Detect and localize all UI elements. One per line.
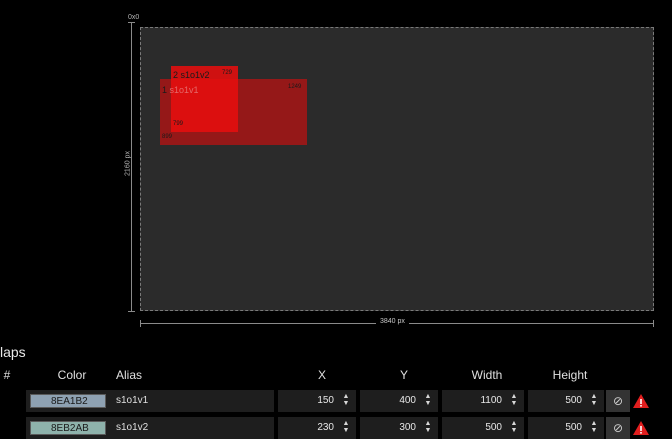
- column-y: Y: [399, 368, 408, 382]
- column-height: Height: [552, 368, 588, 382]
- width-field[interactable]: 1100 ▲ ▼: [442, 390, 524, 412]
- spinner-icon[interactable]: ▲ ▼: [590, 393, 598, 407]
- rect-2-label: 2 s1o1v2: [173, 70, 210, 80]
- rect-1-right-value: 1249: [288, 84, 302, 90]
- column-width: Width: [471, 368, 503, 382]
- spinner-icon[interactable]: ▲ ▼: [424, 420, 432, 434]
- pick-color-icon[interactable]: ⊘: [606, 390, 630, 412]
- alias-field[interactable]: s1o1v1: [110, 390, 274, 412]
- rect-1-bottom-value: 899: [162, 134, 173, 140]
- spinner-icon[interactable]: ▲ ▼: [342, 393, 350, 407]
- origin-label: 0x0: [128, 14, 140, 21]
- table-row: ⮌ 8EA1B2 s1o1v1 150▲▼ 400▲▼ 1100▲▼ 500▲▼…: [0, 390, 672, 412]
- x-field[interactable]: 150 ▲ ▼: [278, 390, 356, 412]
- ruler-cap: [653, 320, 654, 327]
- spinner-icon[interactable]: ▲ ▼: [342, 420, 350, 434]
- layout-canvas: 0x0 2160 px 1 s1o1v1 1249 899 2 s1o1v2 7…: [0, 0, 672, 340]
- spinner-icon[interactable]: ▲ ▼: [510, 420, 518, 434]
- ruler-cap: [128, 311, 135, 312]
- ruler-cap: [140, 320, 141, 327]
- spinner-icon[interactable]: ▲ ▼: [510, 393, 518, 407]
- rect-2-bottom-value: 799: [173, 121, 184, 127]
- spinner-icon[interactable]: ▲ ▼: [590, 420, 598, 434]
- ruler-cap: [128, 22, 135, 23]
- color-swatch[interactable]: 8EA1B2: [30, 394, 106, 408]
- rect-1-label: 1 s1o1v1: [162, 85, 199, 95]
- height-label: 2160 px: [124, 151, 132, 176]
- column-color: Color: [57, 368, 87, 382]
- width-label: 3840 px: [376, 318, 409, 325]
- warning-icon: [633, 421, 649, 435]
- column-x: X: [317, 368, 326, 382]
- rect-2-right-value: 729: [222, 70, 233, 76]
- y-field[interactable]: 400 ▲ ▼: [360, 390, 438, 412]
- table-header: # Color Alias X Y Width Height: [0, 366, 672, 386]
- maps-title: laps: [0, 344, 26, 360]
- column-alias: Alias: [116, 368, 143, 382]
- color-cell: ⮌ 8EA1B2: [26, 390, 110, 412]
- spinner-icon[interactable]: ▲ ▼: [424, 393, 432, 407]
- column-index: #: [3, 368, 11, 382]
- warning-icon: [633, 394, 649, 408]
- height-field[interactable]: 500 ▲ ▼: [528, 390, 604, 412]
- color-swatch[interactable]: 8EB2AB: [30, 421, 106, 435]
